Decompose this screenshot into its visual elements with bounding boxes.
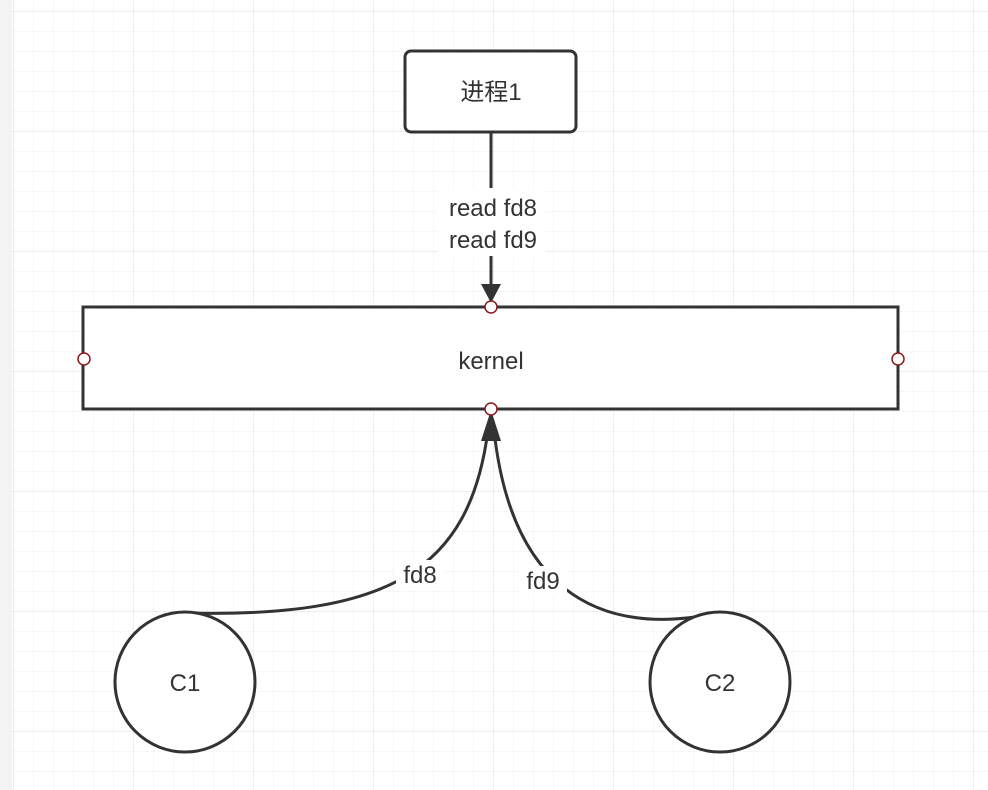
read-edge-label-line1: read fd8 [449,195,537,222]
c2-label: C2 [705,670,736,697]
c1-node[interactable]: C1 [113,610,257,754]
fd8-edge-label: fd8 [403,562,436,589]
kernel-connection-point-bottom[interactable] [484,402,498,416]
process-label: 进程1 [460,79,521,106]
kernel-node[interactable]: kernel [81,305,900,411]
diagram-canvas: 进程1 read fd8 read fd9 kernel fd8 fd9 C1 … [0,0,988,790]
kernel-label: kernel [458,348,523,375]
c2-node[interactable]: C2 [648,610,792,754]
fd9-edge-label: fd9 [526,568,559,595]
process-node[interactable]: 进程1 [403,49,578,134]
kernel-connection-point-left[interactable] [77,352,91,366]
kernel-connection-point-right[interactable] [891,352,905,366]
kernel-connection-point-top[interactable] [484,300,498,314]
c1-label: C1 [170,670,201,697]
read-edge-label-line2: read fd9 [449,227,537,254]
left-ruler [0,0,12,790]
